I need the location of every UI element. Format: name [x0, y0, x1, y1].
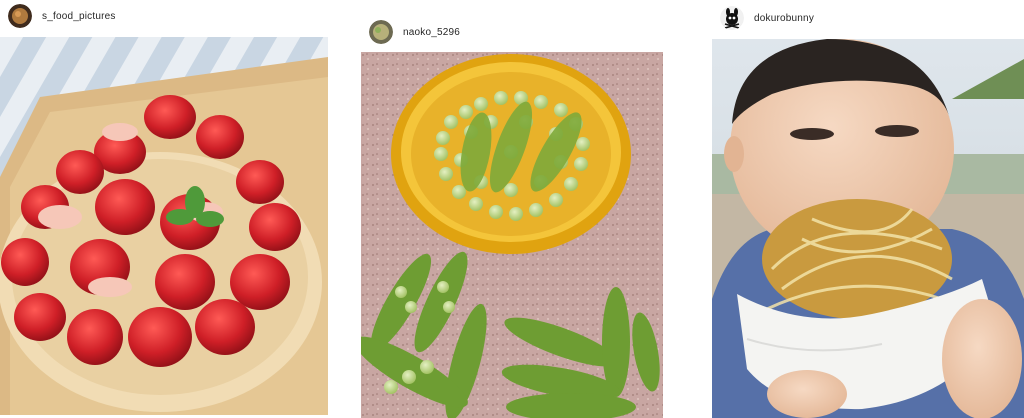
- post-username[interactable]: naoko_5296: [403, 27, 460, 38]
- post-username[interactable]: dokurobunny: [754, 13, 814, 24]
- skull-bunny-avatar-icon[interactable]: [720, 6, 744, 30]
- post-header[interactable]: dokurobunny: [720, 6, 814, 30]
- tart-avatar-icon[interactable]: [8, 4, 32, 28]
- child-eating-tempura-photo[interactable]: [712, 39, 1024, 418]
- post-username[interactable]: s_food_pictures: [42, 11, 116, 22]
- post-header[interactable]: naoko_5296: [369, 20, 460, 44]
- sugar-snap-peas-photo[interactable]: [361, 52, 663, 418]
- post-header[interactable]: s_food_pictures: [8, 4, 116, 28]
- strawberry-tart-photo[interactable]: [0, 37, 328, 415]
- peas-avatar-icon[interactable]: [369, 20, 393, 44]
